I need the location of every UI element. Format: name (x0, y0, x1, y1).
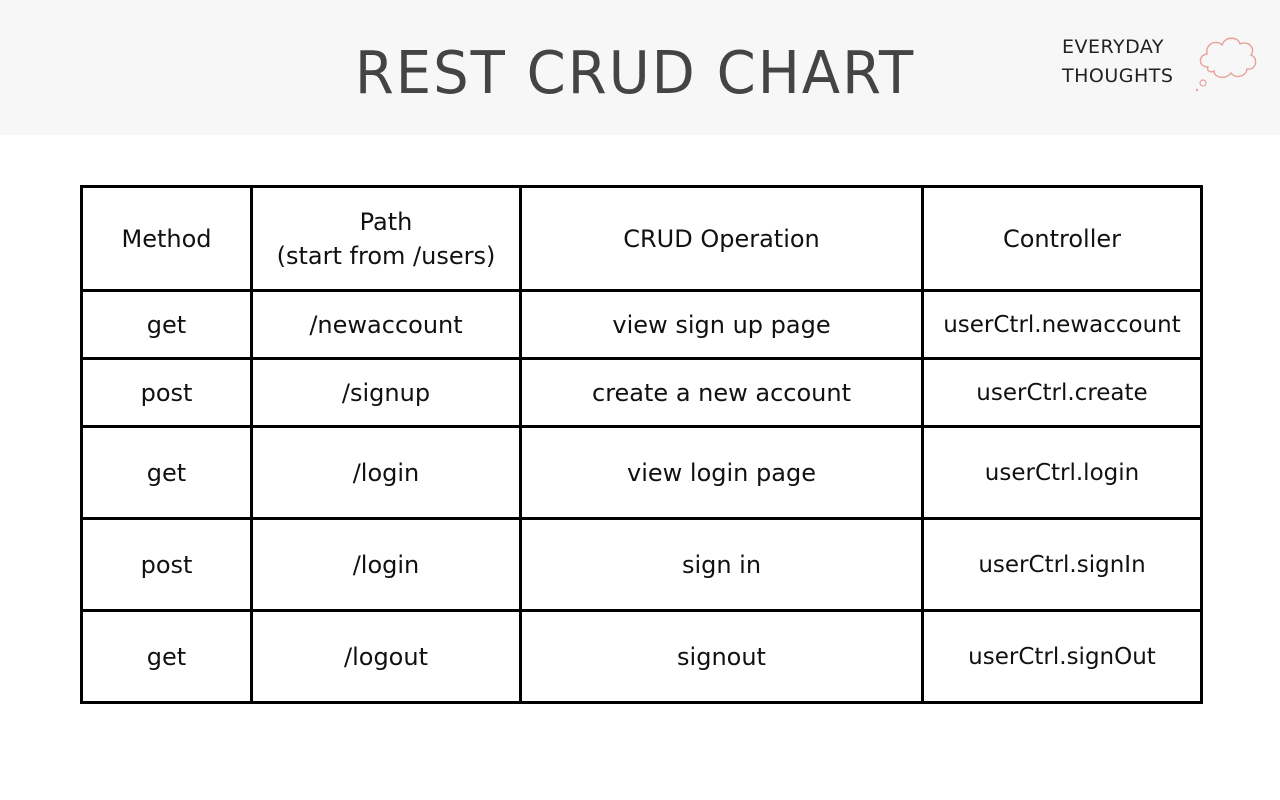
cell-method: post (80, 517, 253, 612)
cell-method: get (80, 609, 253, 704)
table-row: post /login sign in userCtrl.signIn (80, 517, 1203, 612)
cell-operation: view login page (519, 425, 924, 520)
table-header-row: Method Path (start from /users) CRUD Ope… (80, 185, 1203, 292)
table-row: get /login view login page userCtrl.logi… (80, 425, 1203, 520)
brand-line-2: THOUGHTS (1062, 65, 1174, 87)
table-row: post /signup create a new account userCt… (80, 357, 1203, 428)
cell-controller: userCtrl.create (921, 357, 1203, 428)
crud-table-wrapper: Method Path (start from /users) CRUD Ope… (80, 185, 1203, 704)
crud-table: Method Path (start from /users) CRUD Ope… (80, 185, 1203, 704)
cell-method: get (80, 425, 253, 520)
thought-cloud-icon (1195, 37, 1257, 92)
header-banner: REST CRUD CHART EVERYDAY THOUGHTS (0, 0, 1280, 135)
header-path-line-2: (start from /users) (276, 241, 496, 270)
cell-path: /signup (250, 357, 522, 428)
cell-controller: userCtrl.login (921, 425, 1203, 520)
cell-path: /login (250, 425, 522, 520)
header-controller: Controller (921, 185, 1203, 292)
brand-line-1: EVERYDAY (1062, 36, 1165, 58)
cell-operation: signout (519, 609, 924, 704)
cell-path: /newaccount (250, 289, 522, 360)
cell-path: /logout (250, 609, 522, 704)
cell-operation: view sign up page (519, 289, 924, 360)
cell-method: get (80, 289, 253, 360)
header-operation: CRUD Operation (519, 185, 924, 292)
table-row: get /logout signout userCtrl.signOut (80, 609, 1203, 704)
cell-operation: sign in (519, 517, 924, 612)
cell-controller: userCtrl.signOut (921, 609, 1203, 704)
cell-operation: create a new account (519, 357, 924, 428)
brand-logo: EVERYDAY THOUGHTS (1062, 33, 1262, 103)
brand-text: EVERYDAY THOUGHTS (1062, 33, 1173, 91)
header-path: Path (start from /users) (250, 185, 522, 292)
cell-path: /login (250, 517, 522, 612)
cell-controller: userCtrl.signIn (921, 517, 1203, 612)
header-method: Method (80, 185, 253, 292)
header-path-line-1: Path (359, 207, 413, 236)
cell-controller: userCtrl.newaccount (921, 289, 1203, 360)
table-row: get /newaccount view sign up page userCt… (80, 289, 1203, 360)
cell-method: post (80, 357, 253, 428)
